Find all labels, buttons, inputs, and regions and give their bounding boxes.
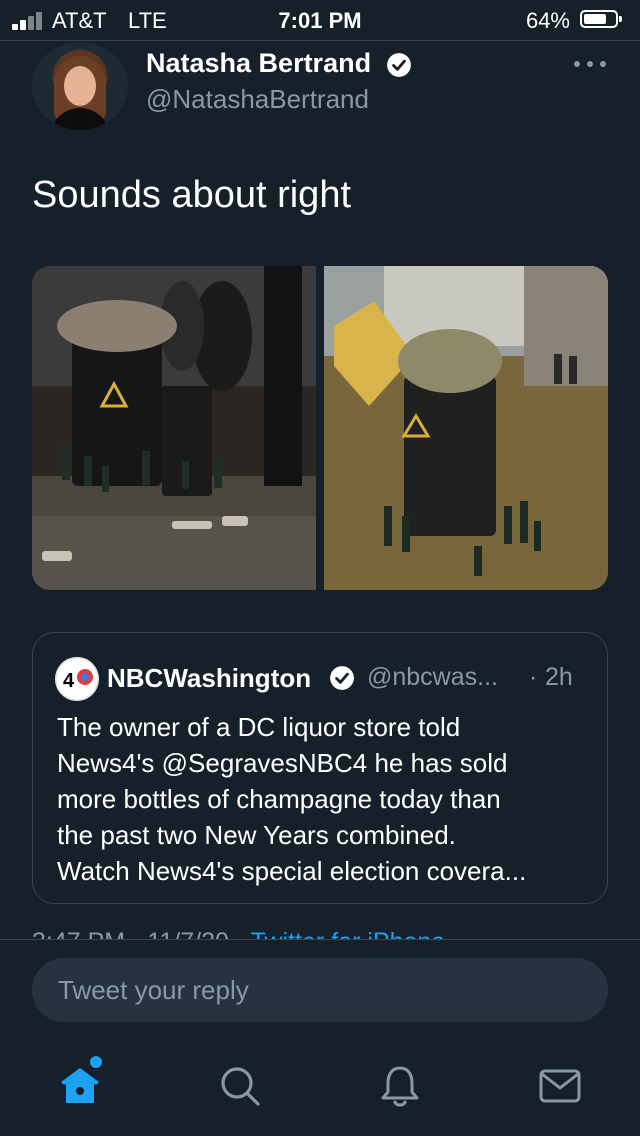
- tweet-photo-1[interactable]: [32, 266, 316, 590]
- status-divider: [0, 40, 640, 41]
- quoted-text-line: more bottles of champagne today than: [57, 784, 501, 814]
- battery-percent: 64%: [525, 8, 570, 33]
- tweet-photo-2[interactable]: [324, 266, 608, 590]
- quoted-text-line: Watch News4's special election covera...: [57, 856, 527, 886]
- home-icon[interactable]: [56, 1062, 104, 1110]
- reply-input[interactable]: Tweet your reply: [32, 958, 608, 1022]
- search-icon[interactable]: [216, 1062, 264, 1110]
- quoted-verified-badge-icon: [330, 666, 354, 690]
- status-bar: AT&T LTE 7:01 PM 64%: [0, 0, 640, 40]
- verified-badge-icon: [387, 53, 411, 77]
- bell-icon[interactable]: [376, 1062, 424, 1110]
- quoted-separator: ·: [529, 663, 538, 691]
- quoted-tweet-card[interactable]: 4 NBCWashington @nbcwas... · 2h The owne…: [32, 632, 608, 904]
- quoted-text-line: The owner of a DC liquor store told: [57, 712, 461, 742]
- home-notification-dot: [90, 1056, 102, 1068]
- quoted-author-avatar[interactable]: 4: [55, 657, 99, 701]
- quoted-author-handle: @nbcwas...: [367, 663, 498, 691]
- mail-icon[interactable]: [536, 1062, 584, 1110]
- quoted-tweet-text: The owner of a DC liquor store told News…: [57, 709, 597, 889]
- quoted-time: 2h: [545, 663, 573, 691]
- author-display-name[interactable]: Natasha Bertrand: [146, 48, 371, 79]
- tweet-text: Sounds about right: [32, 174, 352, 216]
- quoted-text-line: News4's @SegravesNBC4 he has sold: [57, 748, 508, 778]
- author-avatar[interactable]: [32, 42, 128, 130]
- quoted-author-name: NBCWashington: [107, 663, 312, 693]
- battery-icon: [580, 10, 622, 28]
- tweet-timestamp-row: 3:47 PM · 11/7/20 · Twitter for iPhone: [32, 922, 445, 940]
- author-handle[interactable]: @NatashaBertrand: [146, 84, 369, 115]
- more-options-icon[interactable]: [574, 58, 606, 70]
- svg-text:4: 4: [63, 670, 75, 692]
- quoted-text-line: the past two New Years combined.: [57, 820, 456, 850]
- reply-bar: Tweet your reply: [0, 939, 640, 1048]
